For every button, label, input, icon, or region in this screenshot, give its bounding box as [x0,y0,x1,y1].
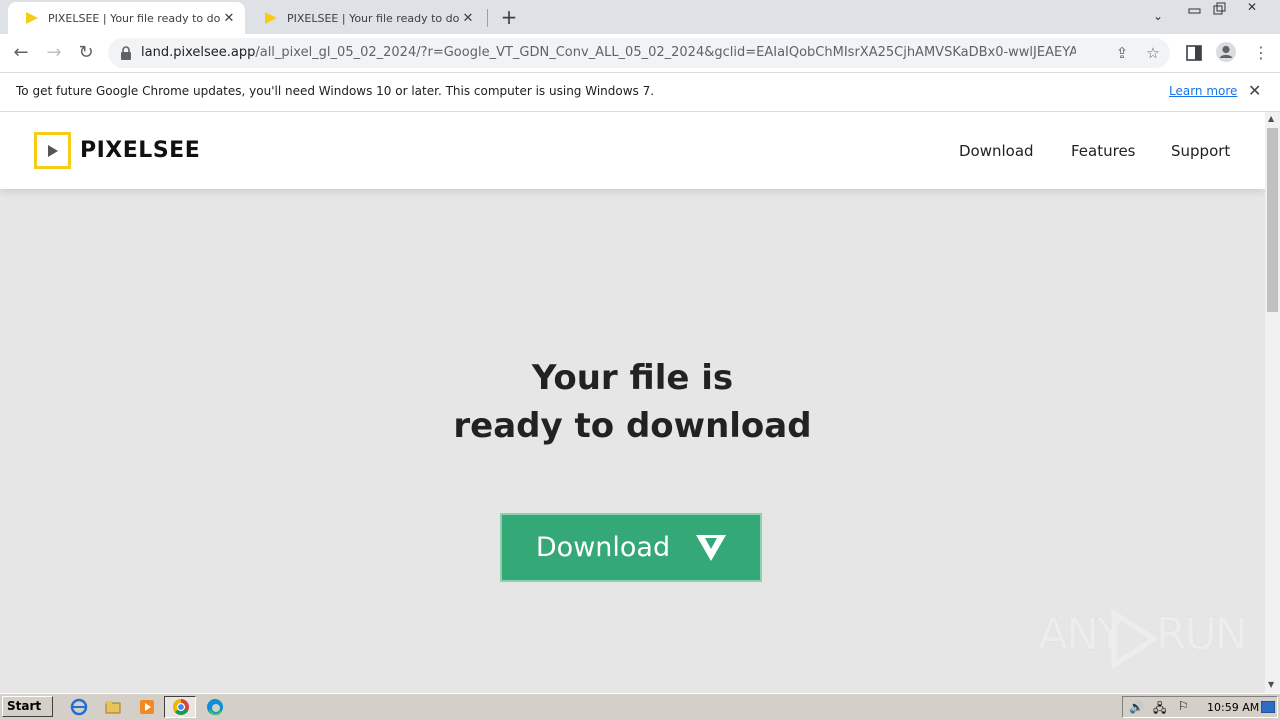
site-header: PIXELSEE Download Features Support [0,112,1265,189]
infobar-message: To get future Google Chrome updates, you… [16,84,655,98]
download-button-label: Download [535,532,671,563]
pixelsee-favicon-icon [26,12,38,24]
hero-title-line1: Your file is [531,358,734,398]
url-text[interactable]: land.pixelsee.app/all_pixel_gl_05_02_202… [141,38,1076,68]
tab-title: PIXELSEE | Your file ready to download [48,11,221,25]
nav-features-link[interactable]: Features [1071,142,1136,160]
back-arrow-icon[interactable]: ← [10,42,32,64]
restore-icon[interactable] [1213,2,1227,16]
file-explorer-icon[interactable] [104,698,122,716]
minimize-icon[interactable] [1188,4,1202,14]
browser-tab-active[interactable]: PIXELSEE | Your file ready to download ✕ [8,2,245,34]
scrollbar-thumb[interactable] [1267,128,1278,312]
address-bar[interactable]: land.pixelsee.app/all_pixel_gl_05_02_202… [108,38,1170,68]
edge-icon[interactable] [206,698,224,716]
page-scrollbar[interactable]: ▲ ▼ [1265,112,1280,693]
start-button[interactable]: Start [2,696,53,717]
logo-play-icon [34,132,71,169]
watermark-text-right: RUN [1156,609,1248,660]
tab-separator [487,9,488,27]
bookmark-star-icon[interactable]: ☆ [1144,44,1162,62]
forward-arrow-icon[interactable]: → [43,42,65,64]
tab-close-icon[interactable]: ✕ [221,11,237,26]
taskbar-clock: 10:59 AM [1207,701,1260,714]
chrome-icon [173,699,189,715]
volume-icon[interactable]: 🔊 [1129,700,1144,714]
profile-avatar-icon[interactable] [1215,41,1237,63]
watermark-play-icon [1111,609,1159,669]
show-desktop-icon[interactable] [1261,701,1275,713]
window-close-icon[interactable]: ✕ [1247,0,1257,14]
tab-search-icon[interactable]: ⌄ [1153,9,1163,23]
new-tab-button[interactable]: + [498,6,520,28]
tab-close-icon[interactable]: ✕ [460,11,476,26]
download-button[interactable]: Download [500,513,762,582]
infobar-close-icon[interactable]: ✕ [1248,81,1261,100]
action-center-flag-icon[interactable]: ⚐ [1178,699,1189,713]
learn-more-link[interactable]: Learn more [1169,84,1237,98]
scroll-up-arrow-icon[interactable]: ▲ [1268,114,1274,123]
browser-tab-strip: PIXELSEE | Your file ready to download ✕… [0,0,1280,34]
share-icon[interactable]: ⇪ [1113,44,1131,62]
anyrun-watermark: ANY RUN [1038,609,1248,669]
media-player-icon[interactable] [138,698,156,716]
start-label: Start [7,699,42,713]
nav-support-link[interactable]: Support [1171,142,1230,160]
tab-title: PIXELSEE | Your file ready to download [287,11,460,25]
reload-icon[interactable]: ↻ [75,42,97,64]
browser-tab[interactable]: PIXELSEE | Your file ready to download ✕ [247,2,484,34]
side-panel-icon[interactable] [1186,45,1202,61]
lock-icon [121,46,131,60]
scroll-down-arrow-icon[interactable]: ▼ [1268,680,1274,689]
update-infobar: To get future Google Chrome updates, you… [0,73,1280,112]
url-host: land.pixelsee.app [141,45,256,60]
menu-kebab-icon[interactable]: ⋮ [1250,42,1272,64]
internet-explorer-icon[interactable] [70,698,88,716]
network-icon[interactable]: 🖧 [1153,699,1166,720]
system-tray: 🔊 🖧 ⚐ 10:59 AM [1122,696,1278,718]
url-path: /all_pixel_gl_05_02_2024/?r=Google_VT_GD… [255,45,1076,60]
download-arrow-icon [696,534,727,561]
browser-toolbar: ← → ↻ land.pixelsee.app/all_pixel_gl_05_… [0,34,1280,73]
pixelsee-favicon-icon [265,12,277,24]
windows-taskbar: Start 🔊 🖧 ⚐ 10:59 AM [0,693,1280,720]
hero-title-line2: ready to download [453,406,812,446]
page-viewport: PIXELSEE Download Features Support Your … [0,112,1265,693]
nav-download-link[interactable]: Download [959,142,1034,160]
pixelsee-logo[interactable]: PIXELSEE [34,132,200,169]
logo-text: PIXELSEE [80,138,201,163]
taskbar-chrome-button[interactable] [164,696,196,718]
